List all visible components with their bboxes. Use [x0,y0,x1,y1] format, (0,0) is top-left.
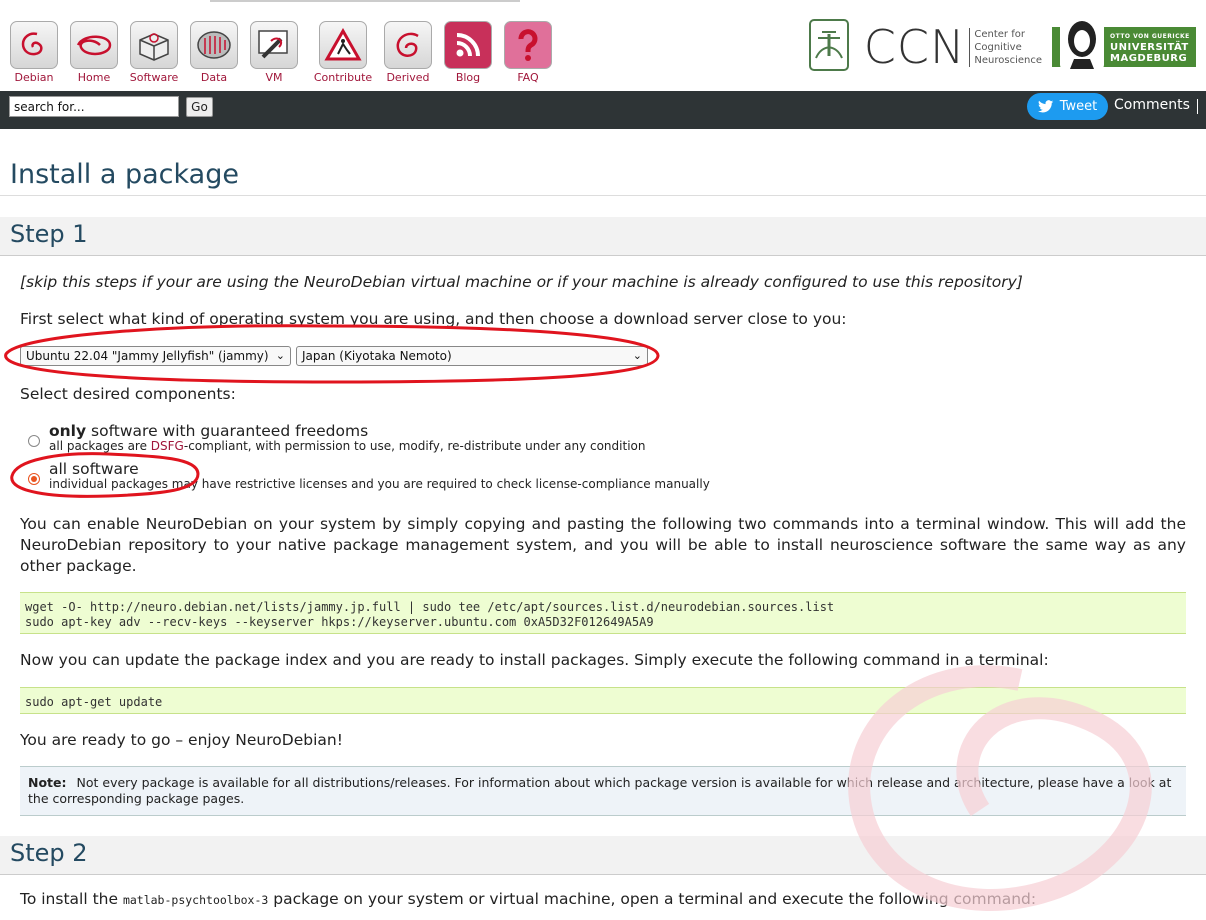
step2-header: Step 2 [0,836,1206,875]
debian-swirl-icon [70,21,118,69]
ccn-subtitle: Center for Cognitive Neuroscience [969,27,1042,67]
nav-faq[interactable]: FAQ [498,21,558,84]
comments-link[interactable]: Comments [1114,97,1198,114]
nav-label: VM [265,71,283,84]
install-part: To install the [20,890,123,908]
install-part: package on your system or virtual machin… [268,890,1037,908]
skip-note: [skip this steps if your are using the N… [20,273,1023,291]
update-command[interactable]: sudo apt-get update [20,687,1186,714]
search-input[interactable]: search for... [9,96,179,117]
nav-debian[interactable]: Debian [4,21,64,84]
option-desc: all packages are DSFG-compliant, with pe… [49,439,645,453]
twitter-bird-icon [1037,99,1054,112]
nav-label: Contribute [313,71,373,84]
site-header: Debian Home Software Data VM Contribute … [0,0,1206,91]
ovgu-logo: OTTO VON GUERICKE UNIVERSITÄT MAGDEBURG [1052,15,1196,69]
nav-contribute[interactable]: Contribute [308,21,378,84]
os-select-value: Ubuntu 22.04 "Jammy Jellyfish" (jammy) [26,349,269,363]
ccn-sub-line: Cognitive [974,41,1022,53]
server-select[interactable]: Japan (Kiyotaka Nemoto) ⌄ [296,346,648,366]
install-text: To install the matlab-psychtoolbox-3 pac… [20,890,1036,908]
option-free-software: only software with guaranteed freedoms a… [49,422,645,453]
note-box: Note: Not every package is available for … [20,766,1186,816]
dsfg-link[interactable]: DSFG [151,439,184,453]
debian-swirl-icon [384,21,432,69]
guericke-portrait-icon [1060,15,1104,69]
nav-label: Software [129,71,179,84]
ovgu-text: OTTO VON GUERICKE UNIVERSITÄT MAGDEBURG [1110,31,1190,64]
software-box-icon [130,21,178,69]
option-title: only software with guaranteed freedoms [49,422,645,440]
nav-label: FAQ [517,71,539,84]
ovgu-line: MAGDEBURG [1110,52,1188,64]
option-title: all software [49,460,139,478]
package-name: matlab-psychtoolbox-3 [122,893,269,907]
desc-part: -compliant, with permission to use, modi… [183,439,646,453]
dartmouth-seal-icon [808,18,850,76]
code-line: sudo apt-get update [25,695,163,709]
divider [0,195,1206,196]
ccn-logo: CCN [863,20,966,74]
repo-commands[interactable]: wget -O- http://neuro.debian.net/lists/j… [20,592,1186,634]
os-select[interactable]: Ubuntu 22.04 "Jammy Jellyfish" (jammy) ⌄ [20,346,291,366]
ovgu-small: OTTO VON GUERICKE [1110,32,1190,40]
nav-label: Blog [455,71,481,84]
desc-part: all packages are [49,439,151,453]
nav-blog[interactable]: Blog [438,21,498,84]
chevron-down-icon: ⌄ [632,349,642,362]
code-line: sudo apt-key adv --recv-keys --keyserver… [25,615,654,629]
step1-header: Step 1 [0,217,1206,256]
step2-title: Step 2 [10,839,88,867]
nav-derived[interactable]: Derived [378,21,438,84]
select-intro: First select what kind of operating syst… [20,310,847,328]
radio-all-software[interactable] [28,473,40,485]
nav-label: Data [200,71,228,84]
data-brain-icon [190,21,238,69]
update-text: Now you can update the package index and… [20,651,1049,669]
page-title: Install a package [10,159,239,190]
step1-title: Step 1 [10,220,88,248]
rss-feed-icon [444,21,492,69]
vm-syringe-icon [250,21,298,69]
note-text: Not every package is available for all d… [28,775,1172,806]
ovgu-line: UNIVERSITÄT [1110,41,1189,53]
components-label: Select desired components: [20,385,236,403]
ccn-sub-line: Center for [974,28,1025,40]
tweet-label: Tweet [1059,99,1098,114]
ready-text: You are ready to go – enjoy NeuroDebian! [20,731,343,749]
nav-label: Home [77,71,111,84]
go-button[interactable]: Go [186,97,213,117]
ccn-sub-line: Neuroscience [974,54,1042,66]
option-desc: individual packages may have restrictive… [49,477,710,491]
search-bar: search for... Go Tweet Comments [0,91,1206,129]
server-select-value: Japan (Kiyotaka Nemoto) [302,349,452,363]
radio-free-software[interactable] [28,435,40,447]
chevron-down-icon: ⌄ [275,349,285,362]
nav-label: Debian [14,71,54,84]
code-line: wget -O- http://neuro.debian.net/lists/j… [25,600,835,614]
nav-vm[interactable]: VM [244,21,304,84]
nav-software[interactable]: Software [124,21,184,84]
option-rest: software with guaranteed freedoms [86,422,369,440]
enable-text: You can enable NeuroDebian on your syste… [20,515,1186,575]
tweet-button[interactable]: Tweet [1027,93,1108,120]
scroll-indicator [210,0,520,2]
debian-swirl-icon [10,21,58,69]
main-nav: Debian Home Software Data VM Contribute … [4,21,558,84]
contribute-warning-icon [319,21,367,69]
nav-home[interactable]: Home [64,21,124,84]
note-label: Note: [28,775,67,790]
partner-logos: CCN Center for Cognitive Neuroscience OT… [808,15,1196,76]
option-bold: only [49,422,87,440]
nav-label: Derived [386,71,430,84]
question-mark-icon [504,21,552,69]
option-all-software: all software individual packages may hav… [49,460,710,491]
nav-data[interactable]: Data [184,21,244,84]
